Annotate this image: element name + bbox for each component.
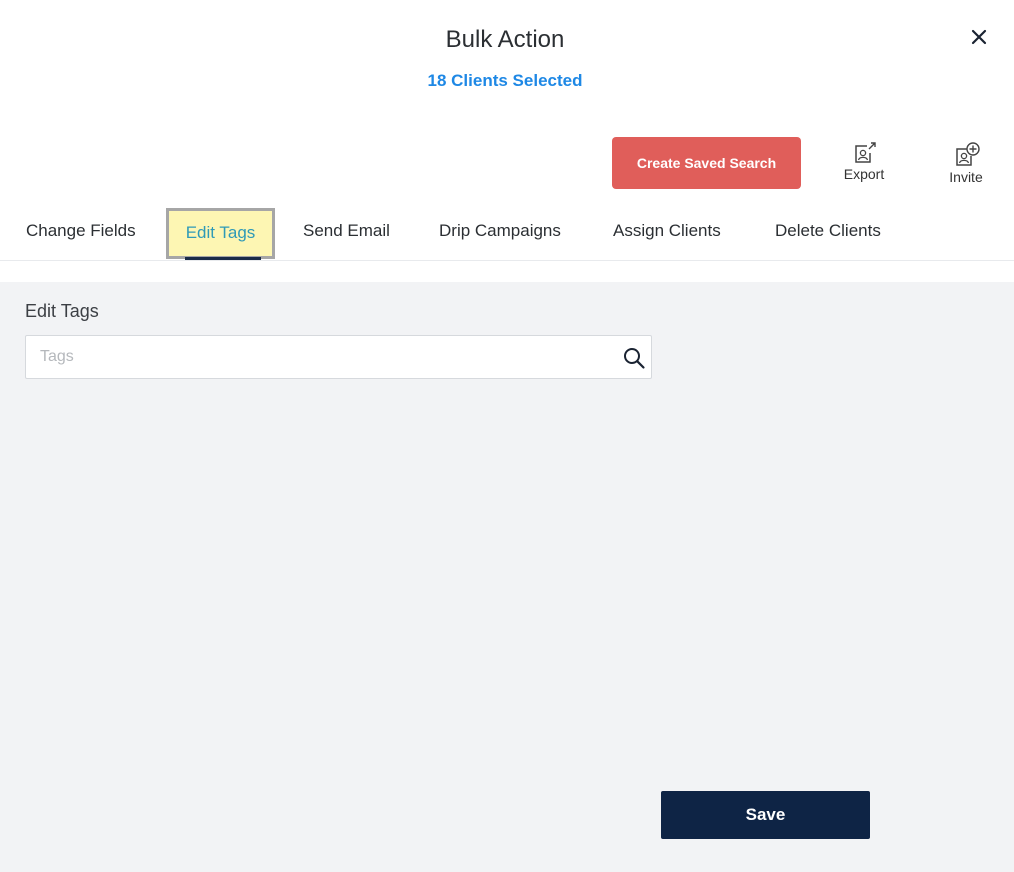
page-title: Bulk Action bbox=[445, 26, 565, 53]
close-icon bbox=[971, 29, 987, 45]
invite-icon bbox=[956, 142, 980, 166]
bulk-action-header: Bulk Action 18 Clients Selected Create S… bbox=[0, 0, 1014, 262]
tab-send-email[interactable]: Send Email bbox=[303, 206, 390, 258]
tab-drip-campaigns[interactable]: Drip Campaigns bbox=[439, 206, 561, 258]
export-button[interactable]: Export bbox=[836, 140, 892, 182]
export-icon bbox=[855, 142, 876, 163]
edit-tags-heading: Edit Tags bbox=[25, 301, 99, 321]
invite-button[interactable]: Invite bbox=[940, 141, 992, 185]
selected-count: 18 Clients Selected bbox=[427, 71, 583, 90]
close-button[interactable] bbox=[968, 26, 990, 48]
tab-assign-clients[interactable]: Assign Clients bbox=[613, 206, 721, 258]
save-button[interactable]: Save bbox=[661, 791, 870, 839]
create-saved-search-button[interactable]: Create Saved Search bbox=[612, 137, 801, 189]
tabs-divider bbox=[0, 260, 1014, 261]
tab-bar: Change Fields Edit Tags Send Email Drip … bbox=[0, 206, 1014, 260]
tab-delete-clients[interactable]: Delete Clients bbox=[775, 206, 881, 258]
search-icon[interactable] bbox=[622, 346, 646, 370]
export-label: Export bbox=[843, 166, 885, 182]
edit-tags-panel: Edit Tags Save bbox=[0, 282, 1014, 872]
tab-change-fields[interactable]: Change Fields bbox=[26, 206, 136, 258]
invite-label: Invite bbox=[949, 169, 983, 185]
tags-input[interactable] bbox=[26, 336, 606, 378]
tab-edit-tags[interactable]: Edit Tags bbox=[166, 208, 275, 259]
tags-search-box bbox=[25, 335, 652, 379]
